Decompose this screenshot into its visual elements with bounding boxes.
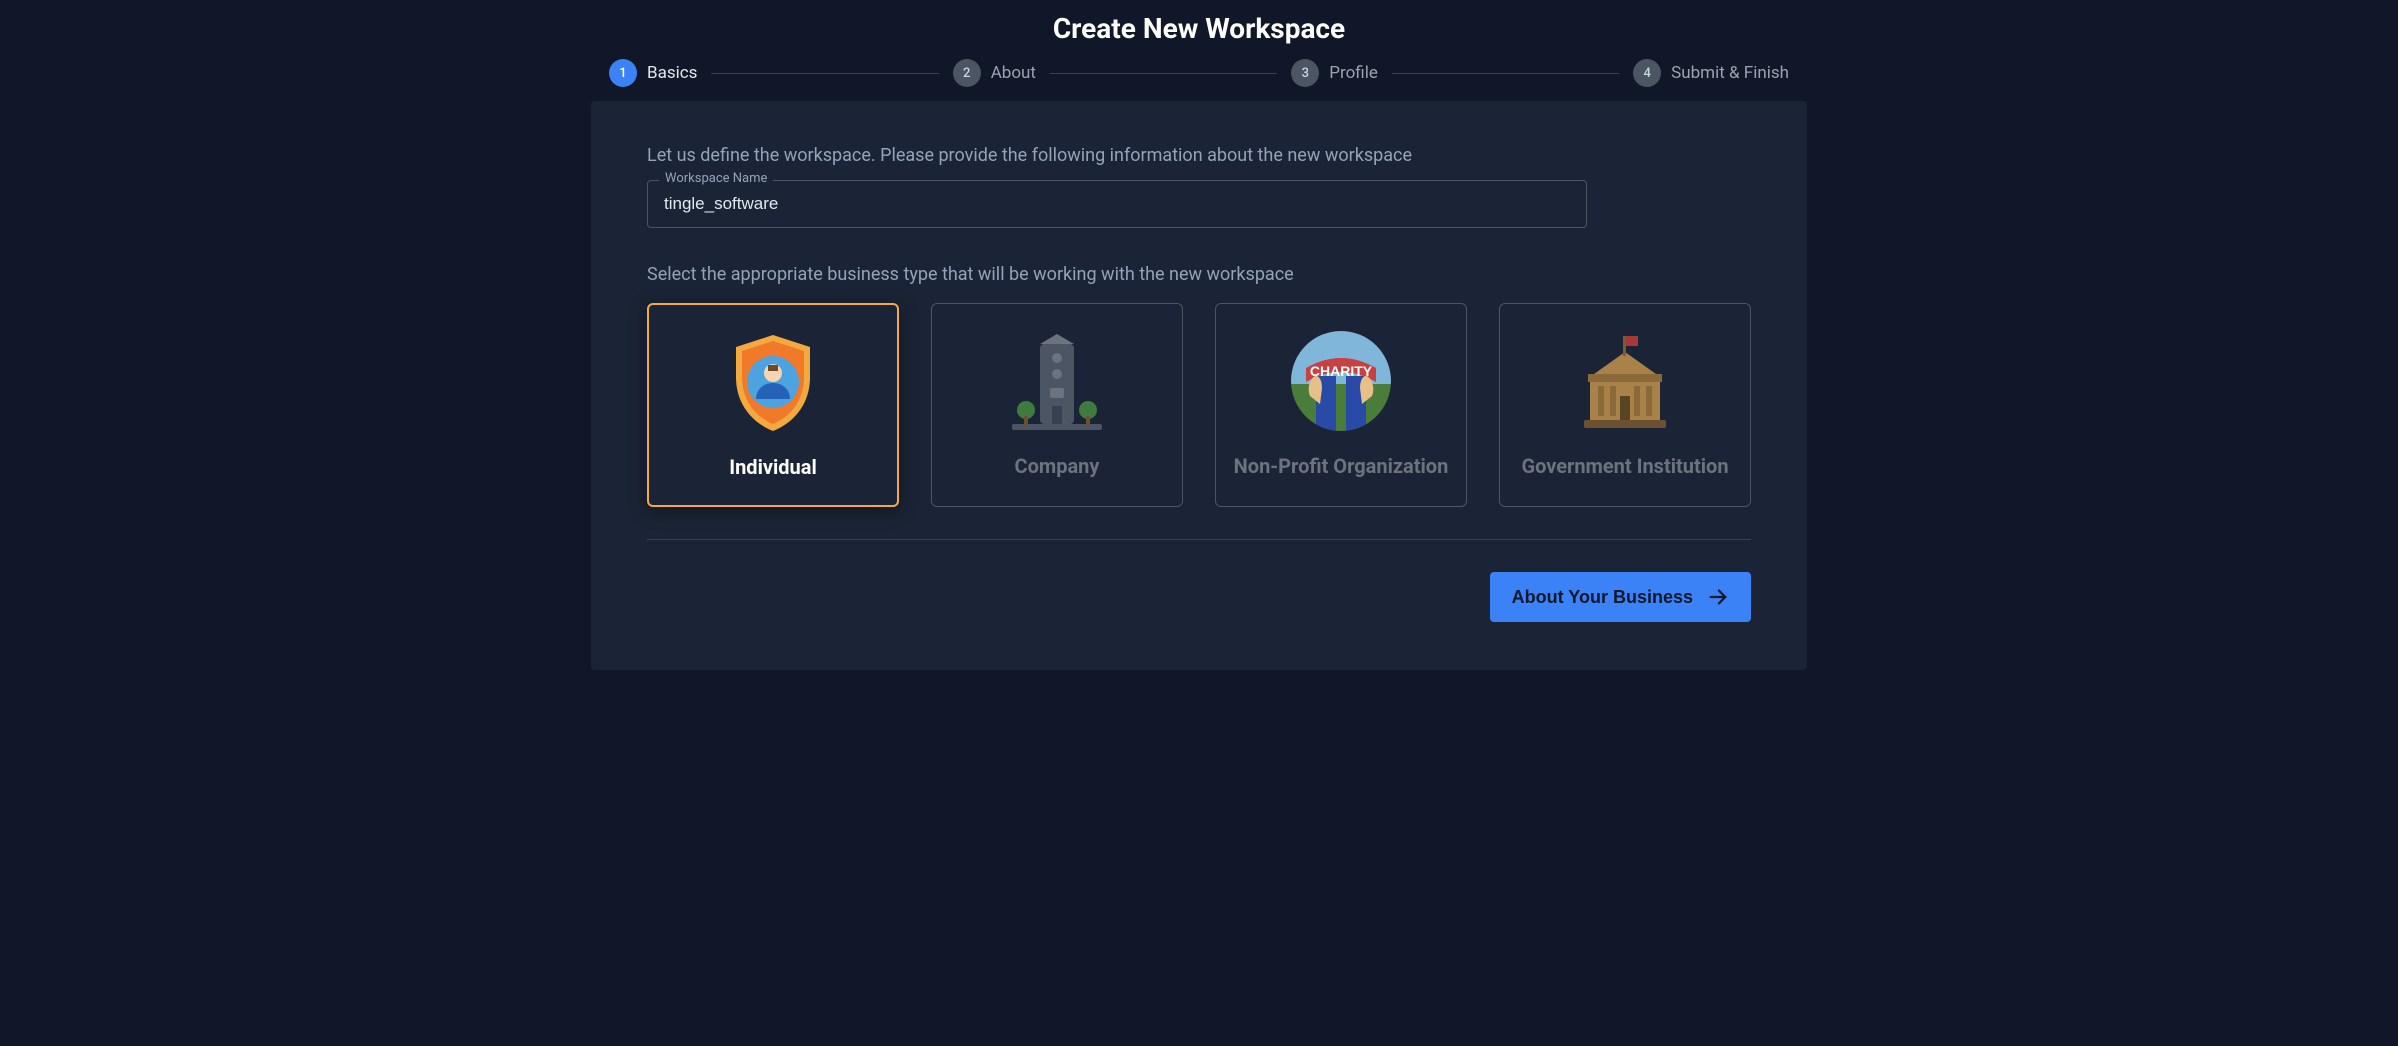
svg-text:CHARITY: CHARITY [1310, 363, 1373, 379]
intro-text: Let us define the workspace. Please prov… [647, 145, 1751, 166]
step-label-profile: Profile [1329, 63, 1378, 83]
company-building-icon [1002, 326, 1112, 436]
workspace-name-field-wrap: Workspace Name [647, 180, 1587, 228]
form-panel: Let us define the workspace. Please prov… [591, 101, 1807, 670]
card-title-government: Government Institution [1521, 454, 1728, 478]
step-label-about: About [991, 63, 1036, 83]
step-about[interactable]: 2 About [953, 59, 1036, 87]
step-basics[interactable]: 1 Basics [609, 59, 697, 87]
workspace-name-input[interactable] [647, 180, 1587, 228]
individual-shield-icon [718, 327, 828, 437]
card-individual[interactable]: Individual [647, 303, 899, 507]
card-title-nonprofit: Non-Profit Organization [1234, 454, 1449, 478]
stepper: 1 Basics 2 About 3 Profile 4 Submit & Fi… [599, 59, 1799, 87]
step-connector [1392, 73, 1619, 74]
card-title-company: Company [1015, 454, 1100, 478]
divider [647, 539, 1751, 540]
step-connector [711, 73, 938, 74]
step-number-3: 3 [1291, 59, 1319, 87]
workspace-name-label: Workspace Name [659, 171, 773, 186]
step-label-submit: Submit & Finish [1671, 63, 1789, 83]
business-type-cards: Individual Company [647, 303, 1751, 507]
step-submit[interactable]: 4 Submit & Finish [1633, 59, 1789, 87]
card-government[interactable]: Government Institution [1499, 303, 1751, 507]
step-label-basics: Basics [647, 63, 697, 83]
next-button-label: About Your Business [1512, 587, 1693, 608]
next-button[interactable]: About Your Business [1490, 572, 1751, 622]
card-nonprofit[interactable]: CHARITY Non-Profit Organization [1215, 303, 1467, 507]
page-title: Create New Workspace [0, 12, 2398, 45]
government-building-icon [1570, 326, 1680, 436]
step-number-2: 2 [953, 59, 981, 87]
card-company[interactable]: Company [931, 303, 1183, 507]
arrow-right-icon [1707, 586, 1729, 608]
business-type-prompt: Select the appropriate business type tha… [647, 264, 1751, 285]
step-number-1: 1 [609, 59, 637, 87]
step-number-4: 4 [1633, 59, 1661, 87]
actions-row: About Your Business [647, 572, 1751, 622]
card-title-individual: Individual [729, 455, 817, 479]
step-profile[interactable]: 3 Profile [1291, 59, 1378, 87]
step-connector [1050, 73, 1277, 74]
nonprofit-charity-icon: CHARITY [1286, 326, 1396, 436]
